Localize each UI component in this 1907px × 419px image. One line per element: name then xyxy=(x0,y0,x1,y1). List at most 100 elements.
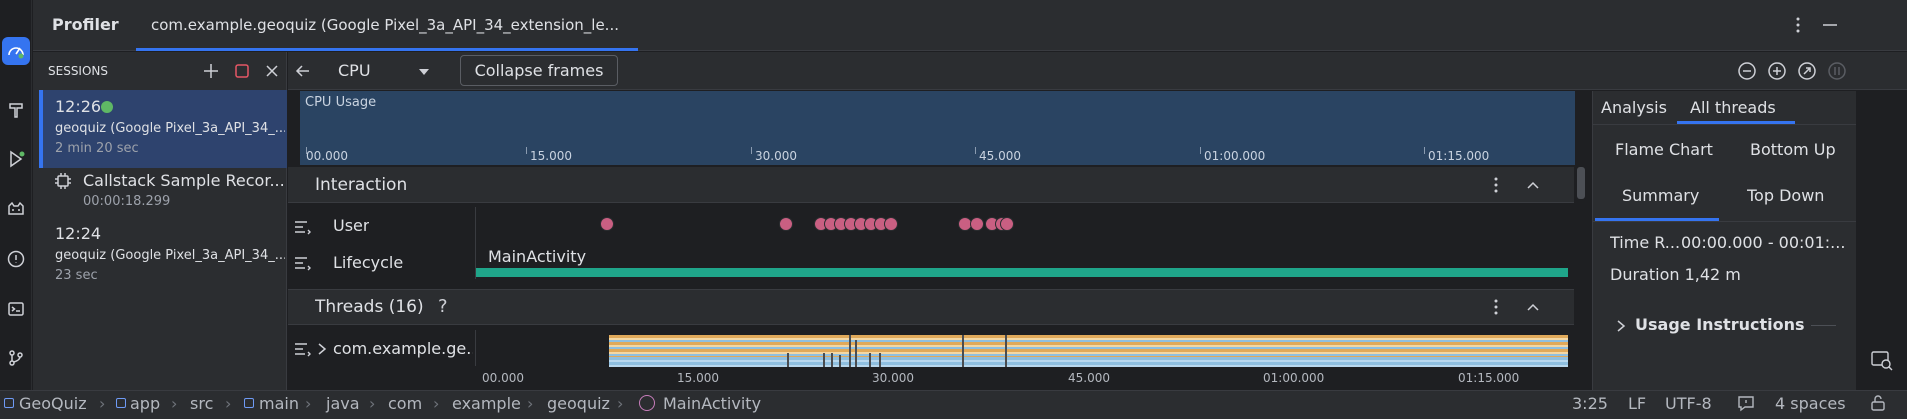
back-arrow-icon[interactable] xyxy=(293,61,313,81)
attach-live-icon[interactable] xyxy=(1827,61,1847,81)
user-event-dot[interactable] xyxy=(779,217,793,231)
time-range-value: 00:00.000 - 00:01:... xyxy=(1681,233,1846,252)
breadcrumb-separator: › xyxy=(99,394,106,413)
breadcrumb-item[interactable]: app xyxy=(130,394,160,413)
filter-lines-icon[interactable] xyxy=(293,254,313,272)
chevron-right-icon[interactable] xyxy=(316,342,328,356)
minimize-icon[interactable] xyxy=(1819,14,1841,36)
session-time: 12:24 xyxy=(55,224,102,243)
terminal-icon[interactable] xyxy=(2,295,30,323)
session-device: geoquiz (Google Pixel_3a_API_34_... xyxy=(55,121,285,136)
indent-setting[interactable]: 4 spaces xyxy=(1775,394,1846,413)
axis-tick-label: 01:15.000 xyxy=(1458,371,1520,385)
reset-zoom-icon[interactable] xyxy=(1797,61,1817,81)
session-duration: 23 sec xyxy=(55,268,98,283)
time-range-label: Time R... xyxy=(1610,233,1681,252)
session-time: 12:26 xyxy=(55,97,102,116)
recording-name: Callstack Sample Recor... xyxy=(83,171,283,190)
stop-session-icon[interactable] xyxy=(233,62,251,80)
tab-flame-chart[interactable]: Flame Chart xyxy=(1615,140,1713,159)
notifications-icon[interactable] xyxy=(1737,394,1755,412)
axis-tick xyxy=(1424,147,1425,154)
breadcrumb-separator: › xyxy=(369,394,376,413)
lock-icon[interactable] xyxy=(1869,394,1887,412)
breadcrumb-separator: › xyxy=(527,394,534,413)
threads-title: Threads (16) xyxy=(315,297,424,317)
breadcrumb-class[interactable]: MainActivity xyxy=(663,394,761,413)
module-icon xyxy=(116,398,126,408)
interaction-collapse-icon[interactable] xyxy=(1523,175,1543,195)
tab-summary[interactable]: Summary xyxy=(1622,186,1699,205)
session-device: geoquiz (Google Pixel_3a_API_34_... xyxy=(55,248,285,263)
vertical-scrollbar[interactable] xyxy=(1577,167,1585,199)
axis-tick-label: 15.000 xyxy=(677,371,719,385)
divider xyxy=(1811,325,1836,326)
hide-sessions-icon[interactable] xyxy=(263,62,281,80)
run-icon[interactable] xyxy=(2,145,30,173)
zoom-out-icon[interactable] xyxy=(1737,61,1757,81)
interaction-section-header xyxy=(288,167,1574,203)
file-encoding[interactable]: UTF-8 xyxy=(1665,394,1712,413)
axis-tick xyxy=(1200,147,1201,154)
problems-icon[interactable] xyxy=(2,245,30,273)
filter-lines-icon[interactable] xyxy=(293,218,313,236)
breadcrumb-project[interactable]: GeoQuiz xyxy=(19,394,87,413)
cursor-position[interactable]: 3:25 xyxy=(1572,394,1608,413)
breadcrumb-item[interactable]: src xyxy=(190,394,213,413)
axis-tick xyxy=(975,147,976,154)
axis-tick-label: 45.000 xyxy=(979,149,1021,163)
build-hammer-icon[interactable] xyxy=(2,96,30,124)
breadcrumb-separator: › xyxy=(305,394,312,413)
threads-more-icon[interactable] xyxy=(1486,297,1506,317)
lifecycle-activity-bar[interactable] xyxy=(476,268,1568,277)
breadcrumb-item[interactable]: geoquiz xyxy=(547,394,610,413)
user-event-dot[interactable] xyxy=(970,217,984,231)
breadcrumb-separator: › xyxy=(171,394,178,413)
usage-instructions-toggle[interactable]: Usage Instructions xyxy=(1635,315,1805,334)
axis-tick-label: 45.000 xyxy=(1068,371,1110,385)
module-icon xyxy=(4,398,14,408)
breadcrumb-item[interactable]: java xyxy=(326,394,360,413)
axis-tick-label: 00.000 xyxy=(306,149,348,163)
cpu-usage-chart[interactable] xyxy=(300,91,1575,165)
device-session-tab-label: com.example.geoquiz (Google Pixel_3a_API… xyxy=(151,16,619,34)
user-event-dot[interactable] xyxy=(884,217,898,231)
thread-activity-track[interactable] xyxy=(609,335,1568,367)
axis-tick-label: 15.000 xyxy=(530,149,572,163)
more-options-icon[interactable] xyxy=(1788,14,1808,36)
add-session-icon[interactable] xyxy=(202,62,220,80)
breadcrumb-item[interactable]: example xyxy=(452,394,521,413)
profiler-type-select[interactable]: CPU xyxy=(326,58,436,84)
breadcrumb-item[interactable]: com xyxy=(388,394,422,413)
filter-lines-icon[interactable] xyxy=(293,340,313,358)
divider xyxy=(1593,124,1856,125)
logcat-icon[interactable] xyxy=(2,195,30,223)
search-inspect-icon[interactable] xyxy=(1869,347,1895,373)
axis-tick-label: 30.000 xyxy=(755,149,797,163)
session-live-indicator xyxy=(101,101,113,113)
cpu-usage-label: CPU Usage xyxy=(305,95,377,110)
axis-tick-label: 01:00.000 xyxy=(1263,371,1325,385)
tab-all-threads[interactable]: All threads xyxy=(1690,98,1776,117)
lifecycle-row-label: Lifecycle xyxy=(333,253,404,272)
folder-icon xyxy=(244,398,254,408)
user-event-dot[interactable] xyxy=(1000,217,1014,231)
collapse-frames-button[interactable]: Collapse frames xyxy=(460,55,618,86)
tab-analysis[interactable]: Analysis xyxy=(1601,98,1667,117)
chevron-right-icon[interactable] xyxy=(1615,319,1627,333)
tab-top-down[interactable]: Top Down xyxy=(1747,186,1824,205)
threads-help-icon[interactable]: ? xyxy=(438,296,448,317)
zoom-in-icon[interactable] xyxy=(1767,61,1787,81)
tab-bottom-up[interactable]: Bottom Up xyxy=(1750,140,1836,159)
recording-duration: 00:00:18.299 xyxy=(83,194,171,209)
user-event-dot[interactable] xyxy=(600,217,614,231)
git-icon[interactable] xyxy=(2,344,30,372)
threads-collapse-icon[interactable] xyxy=(1523,297,1543,317)
breadcrumb-separator: › xyxy=(617,394,624,413)
duration-value: Duration 1,42 m xyxy=(1610,265,1741,284)
breadcrumb-item[interactable]: main xyxy=(259,394,299,413)
interaction-more-icon[interactable] xyxy=(1486,175,1506,195)
class-icon xyxy=(639,395,655,411)
profiler-tool-icon[interactable] xyxy=(2,37,30,65)
line-separator[interactable]: LF xyxy=(1628,394,1646,413)
